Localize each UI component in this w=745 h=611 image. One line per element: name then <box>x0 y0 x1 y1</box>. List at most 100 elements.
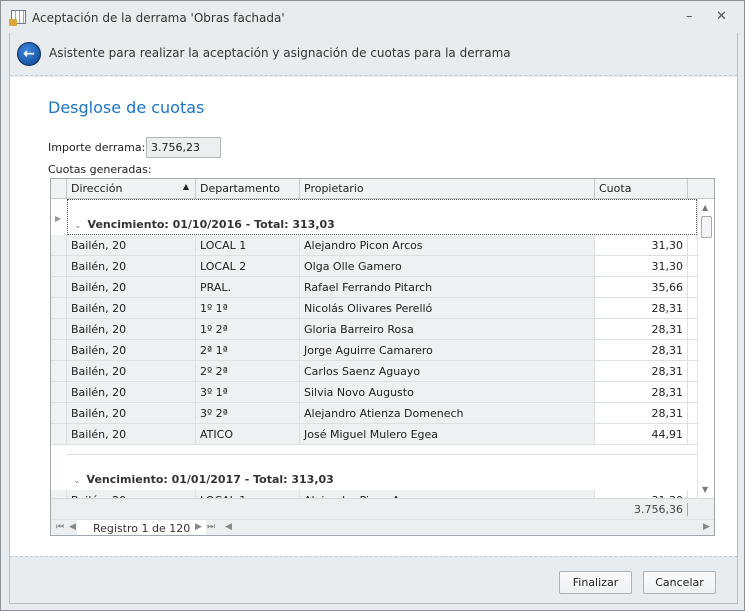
cell[interactable]: Bailén, 20 <box>67 256 196 276</box>
record-counter: Registro 1 de 120 <box>77 520 207 535</box>
minimize-button[interactable]: – <box>686 9 693 24</box>
row-indicator[interactable] <box>51 361 67 381</box>
cell[interactable]: 2º 2ª <box>196 361 300 381</box>
back-arrow-icon[interactable]: ← <box>17 42 41 66</box>
table-row[interactable]: Bailén, 20 1º 1ª Nicolás Olivares Perelló 2… <box>51 298 697 319</box>
last-record-icon[interactable]: ⏭ <box>207 522 215 532</box>
column-header-cuota[interactable]: Cuota <box>595 179 688 199</box>
scroll-thumb[interactable] <box>701 216 712 238</box>
importe-field[interactable]: 3.756,23 <box>146 137 221 158</box>
row-indicator[interactable] <box>51 235 67 255</box>
cell[interactable]: PRAL. <box>196 277 300 297</box>
cell[interactable]: 1º 2ª <box>196 319 300 339</box>
cell[interactable]: Bailén, 20 <box>67 235 196 255</box>
wizard-description: Asistente para realizar la aceptación y … <box>49 46 511 60</box>
cell[interactable]: Rafael Ferrando Pitarch <box>300 277 595 297</box>
cell[interactable]: LOCAL 2 <box>196 256 300 276</box>
column-header-propietario[interactable]: Propietario <box>300 179 595 199</box>
row-indicator[interactable] <box>51 382 67 402</box>
row-indicator[interactable] <box>51 424 67 444</box>
cell[interactable]: Bailén, 20 <box>67 382 196 402</box>
cell[interactable]: Gloria Barreiro Rosa <box>300 319 595 339</box>
row-indicator[interactable] <box>51 277 67 297</box>
table-row[interactable]: Bailén, 20 3º 1ª Silvia Novo Augusto 28,31 <box>51 382 697 403</box>
cell[interactable]: Alejandro Atienza Domenech <box>300 403 595 423</box>
cell[interactable]: Bailén, 20 <box>67 361 196 381</box>
scroll-up-icon[interactable]: ▲ <box>702 203 708 212</box>
chevron-down-icon[interactable]: ⌄ <box>73 476 81 486</box>
cell[interactable]: 35,66 <box>595 277 688 297</box>
current-row-indicator-icon: ▶ <box>55 214 62 223</box>
cell[interactable]: Bailén, 20 <box>67 277 196 297</box>
row-indicator[interactable] <box>51 298 67 318</box>
table-row[interactable]: Bailén, 20 ATICO José Miguel Mulero Egea 44… <box>51 424 697 445</box>
table-row[interactable]: Bailén, 20 2º 2ª Carlos Saenz Aguayo 28,31 <box>51 361 697 382</box>
table-row[interactable]: Bailén, 20 3º 2ª Alejandro Atienza Domenec… <box>51 403 697 424</box>
cell[interactable]: 31,30 <box>595 235 688 255</box>
cell[interactable]: Bailén, 20 <box>67 340 196 360</box>
scroll-right-icon[interactable]: ▶ <box>703 522 710 532</box>
column-header-departamento[interactable]: Departamento <box>196 179 300 199</box>
cell[interactable]: Nicolás Olivares Perelló <box>300 298 595 318</box>
finish-button[interactable]: Finalizar <box>559 571 632 594</box>
cell[interactable]: Jorge Aguirre Camarero <box>300 340 595 360</box>
cell[interactable]: 28,31 <box>595 340 688 360</box>
close-button[interactable]: ✕ <box>716 9 727 24</box>
table-row[interactable]: Bailén, 20 2ª 1ª Jorge Aguirre Camarero 28,… <box>51 340 697 361</box>
grid-footer: 3.756,36 <box>51 498 714 519</box>
cell[interactable]: José Miguel Mulero Egea <box>300 424 595 444</box>
cell[interactable]: 44,91 <box>595 424 688 444</box>
table-row[interactable]: Bailén, 20 1º 2ª Gloria Barreiro Rosa 28,31 <box>51 319 697 340</box>
group-row[interactable]: ⌄ Vencimiento: 01/01/2017 - Total: 313,03 <box>67 454 697 490</box>
table-row[interactable]: Bailén, 20 LOCAL 2 Olga Olle Gamero 31,30 <box>51 256 697 277</box>
dialog-window: Aceptación de la derrama 'Obras fachada'… <box>0 0 745 611</box>
cell[interactable]: 1º 1ª <box>196 298 300 318</box>
group-label: Vencimiento: 01/01/2017 - Total: 313,03 <box>86 473 334 486</box>
title-bar: Aceptación de la derrama 'Obras fachada'… <box>1 1 744 33</box>
cell[interactable]: 28,31 <box>595 361 688 381</box>
cancel-button[interactable]: Cancelar <box>643 571 716 594</box>
grid-header: Dirección ▲ Departamento Propietario Cuot… <box>51 179 714 199</box>
cell[interactable]: Bailén, 20 <box>67 403 196 423</box>
row-indicator[interactable] <box>51 403 67 423</box>
cell[interactable]: Alejandro Picon Arcos <box>300 235 595 255</box>
row-indicator[interactable] <box>51 340 67 360</box>
cell[interactable]: Carlos Saenz Aguayo <box>300 361 595 381</box>
cell[interactable]: 28,31 <box>595 319 688 339</box>
cell[interactable]: 3º 2ª <box>196 403 300 423</box>
cell[interactable]: Bailén, 20 <box>67 424 196 444</box>
page-title: Desglose de cuotas <box>48 98 205 117</box>
vertical-scrollbar[interactable]: ▲ ▼ <box>697 199 714 498</box>
grid-navigator: ⏮ ◀ Registro 1 de 120 ▶ ⏭ ◀ ▶ <box>51 519 714 535</box>
row-indicator[interactable] <box>51 256 67 276</box>
cell[interactable]: Bailén, 20 <box>67 319 196 339</box>
cell[interactable]: 28,31 <box>595 298 688 318</box>
cuotas-grid[interactable]: Dirección ▲ Departamento Propietario Cuot… <box>50 178 715 536</box>
cell[interactable]: 31,30 <box>595 256 688 276</box>
scroll-down-icon[interactable]: ▼ <box>702 485 708 494</box>
chevron-down-icon[interactable]: ⌄ <box>74 221 82 231</box>
cell[interactable]: 3º 1ª <box>196 382 300 402</box>
first-record-icon[interactable]: ⏮ <box>56 522 64 532</box>
prev-record-icon[interactable]: ◀ <box>69 522 76 532</box>
cell[interactable]: Olga Olle Gamero <box>300 256 595 276</box>
cell[interactable]: 28,31 <box>595 403 688 423</box>
group-label: Vencimiento: 01/10/2016 - Total: 313,03 <box>87 218 335 231</box>
cell[interactable]: Bailén, 20 <box>67 298 196 318</box>
cell[interactable]: Silvia Novo Augusto <box>300 382 595 402</box>
cell[interactable]: 28,31 <box>595 382 688 402</box>
sort-ascending-icon: ▲ <box>182 182 189 191</box>
column-label: Dirección <box>71 182 123 195</box>
cell[interactable]: 2ª 1ª <box>196 340 300 360</box>
cell[interactable]: ATICO <box>196 424 300 444</box>
row-indicator[interactable] <box>51 319 67 339</box>
calendar-icon <box>9 10 26 26</box>
dialog-footer: Finalizar Cancelar <box>10 556 737 603</box>
group-row[interactable]: ⌄ Vencimiento: 01/10/2016 - Total: 313,03 <box>67 199 697 235</box>
scroll-left-icon[interactable]: ◀ <box>225 522 232 532</box>
column-header-direccion[interactable]: Dirección ▲ <box>67 179 196 199</box>
table-row[interactable]: Bailén, 20 PRAL. Rafael Ferrando Pitarch 35… <box>51 277 697 298</box>
next-record-icon[interactable]: ▶ <box>195 522 202 532</box>
table-row[interactable]: Bailén, 20LOCAL 1Alejandro Picon Arcos31… <box>51 235 697 256</box>
cell[interactable]: LOCAL 1 <box>196 235 300 255</box>
